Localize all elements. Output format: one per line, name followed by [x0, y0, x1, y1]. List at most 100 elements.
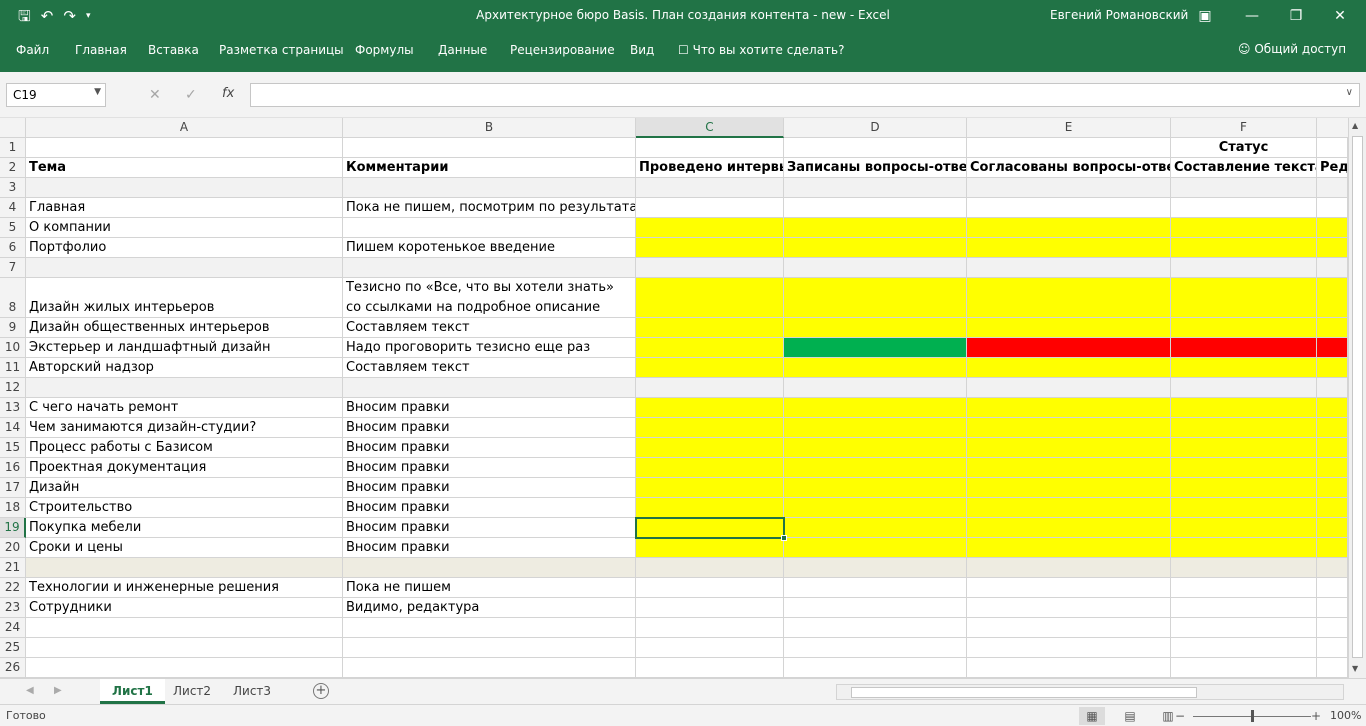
- cell-a4[interactable]: Главная: [26, 198, 343, 218]
- cell-d21[interactable]: [784, 558, 967, 578]
- cell-d10[interactable]: [784, 338, 967, 358]
- cell-g18[interactable]: [1317, 498, 1348, 518]
- cell-b24[interactable]: [343, 618, 636, 638]
- cell-f25[interactable]: [1171, 638, 1317, 658]
- zoom-level[interactable]: 100%: [1330, 709, 1361, 722]
- cell-b20[interactable]: Вносим правки: [343, 538, 636, 558]
- cell-d7[interactable]: [784, 258, 967, 278]
- cancel-icon[interactable]: ✕: [149, 87, 161, 103]
- cell-b18[interactable]: Вносим правки: [343, 498, 636, 518]
- cell-d4[interactable]: [784, 198, 967, 218]
- cell-c16[interactable]: [636, 458, 784, 478]
- cell-e16[interactable]: [967, 458, 1171, 478]
- cell-c10[interactable]: [636, 338, 784, 358]
- cell-b11[interactable]: Составляем текст: [343, 358, 636, 378]
- row-header[interactable]: 25: [0, 638, 26, 658]
- cell-g16[interactable]: [1317, 458, 1348, 478]
- cell-e4[interactable]: [967, 198, 1171, 218]
- redo-icon[interactable]: ↷: [63, 7, 76, 25]
- cell-f6[interactable]: [1171, 238, 1317, 258]
- row-header[interactable]: 17: [0, 478, 26, 498]
- cell-e21[interactable]: [967, 558, 1171, 578]
- cell-c25[interactable]: [636, 638, 784, 658]
- cell-c21[interactable]: [636, 558, 784, 578]
- cell-f5[interactable]: [1171, 218, 1317, 238]
- cell-g23[interactable]: [1317, 598, 1348, 618]
- column-header-f[interactable]: F: [1171, 118, 1317, 138]
- page-layout-view-icon[interactable]: ▤: [1117, 707, 1143, 725]
- cell-c7[interactable]: [636, 258, 784, 278]
- cell-g17[interactable]: [1317, 478, 1348, 498]
- cell-g7[interactable]: [1317, 258, 1348, 278]
- tab-view[interactable]: Вид: [630, 43, 654, 57]
- close-icon[interactable]: ✕: [1328, 4, 1352, 28]
- cell-e8[interactable]: [967, 278, 1171, 318]
- cell-b23[interactable]: Видимо, редактура: [343, 598, 636, 618]
- row-header[interactable]: 13: [0, 398, 26, 418]
- cell-d3[interactable]: [784, 178, 967, 198]
- save-icon[interactable]: 🖫: [18, 7, 31, 25]
- cell-c13[interactable]: [636, 398, 784, 418]
- tab-page-layout[interactable]: Разметка страницы: [219, 43, 344, 57]
- cell-c18[interactable]: [636, 498, 784, 518]
- cell-g8[interactable]: [1317, 278, 1348, 318]
- row-header[interactable]: 4: [0, 198, 26, 218]
- cell-c23[interactable]: [636, 598, 784, 618]
- cell-d5[interactable]: [784, 218, 967, 238]
- cell-b13[interactable]: Вносим правки: [343, 398, 636, 418]
- cell-d23[interactable]: [784, 598, 967, 618]
- cell-a15[interactable]: Процесс работы с Базисом: [26, 438, 343, 458]
- cell-c4[interactable]: [636, 198, 784, 218]
- ribbon-display-options-icon[interactable]: ▣: [1193, 4, 1217, 28]
- cell-a10[interactable]: Экстерьер и ландшафтный дизайн: [26, 338, 343, 358]
- cell-d18[interactable]: [784, 498, 967, 518]
- cell-b25[interactable]: [343, 638, 636, 658]
- row-header[interactable]: 12: [0, 378, 26, 398]
- cell-d15[interactable]: [784, 438, 967, 458]
- cell-g26[interactable]: [1317, 658, 1348, 678]
- cell-f19[interactable]: [1171, 518, 1317, 538]
- cell-e13[interactable]: [967, 398, 1171, 418]
- cell-e3[interactable]: [967, 178, 1171, 198]
- cell-g19[interactable]: [1317, 518, 1348, 538]
- row-header[interactable]: 20: [0, 538, 26, 558]
- cell-e15[interactable]: [967, 438, 1171, 458]
- normal-view-icon[interactable]: ▦: [1079, 707, 1105, 725]
- undo-icon[interactable]: ↶: [41, 7, 54, 25]
- row-header[interactable]: 7: [0, 258, 26, 278]
- cell-a2[interactable]: Тема: [26, 158, 343, 178]
- cell-f14[interactable]: [1171, 418, 1317, 438]
- cell-b21[interactable]: [343, 558, 636, 578]
- horizontal-scrollbar[interactable]: [836, 684, 1344, 700]
- cell-c20[interactable]: [636, 538, 784, 558]
- cell-e5[interactable]: [967, 218, 1171, 238]
- cell-a17[interactable]: Дизайн: [26, 478, 343, 498]
- zoom-in-icon[interactable]: +: [1306, 707, 1326, 725]
- cell-d24[interactable]: [784, 618, 967, 638]
- cell-b16[interactable]: Вносим правки: [343, 458, 636, 478]
- cell-d26[interactable]: [784, 658, 967, 678]
- cell-d8[interactable]: [784, 278, 967, 318]
- cell-a22[interactable]: Технологии и инженерные решения: [26, 578, 343, 598]
- cell-d13[interactable]: [784, 398, 967, 418]
- chevron-down-icon[interactable]: ▼: [94, 87, 101, 97]
- cell-e1[interactable]: [967, 138, 1171, 158]
- cell-d14[interactable]: [784, 418, 967, 438]
- row-header[interactable]: 15: [0, 438, 26, 458]
- cell-a16[interactable]: Проектная документация: [26, 458, 343, 478]
- cell-b7[interactable]: [343, 258, 636, 278]
- cell-f11[interactable]: [1171, 358, 1317, 378]
- vertical-scroll-thumb[interactable]: [1352, 136, 1363, 658]
- row-header[interactable]: 10: [0, 338, 26, 358]
- column-header-e[interactable]: E: [967, 118, 1171, 138]
- row-header[interactable]: 8: [0, 278, 26, 318]
- cell-f7[interactable]: [1171, 258, 1317, 278]
- cell-f23[interactable]: [1171, 598, 1317, 618]
- name-box[interactable]: C19 ▼: [6, 83, 106, 107]
- cell-g25[interactable]: [1317, 638, 1348, 658]
- cell-e11[interactable]: [967, 358, 1171, 378]
- sheet-tab-3[interactable]: Лист3: [221, 679, 283, 704]
- cell-a6[interactable]: Портфолио: [26, 238, 343, 258]
- column-header-b[interactable]: B: [343, 118, 636, 138]
- row-header[interactable]: 24: [0, 618, 26, 638]
